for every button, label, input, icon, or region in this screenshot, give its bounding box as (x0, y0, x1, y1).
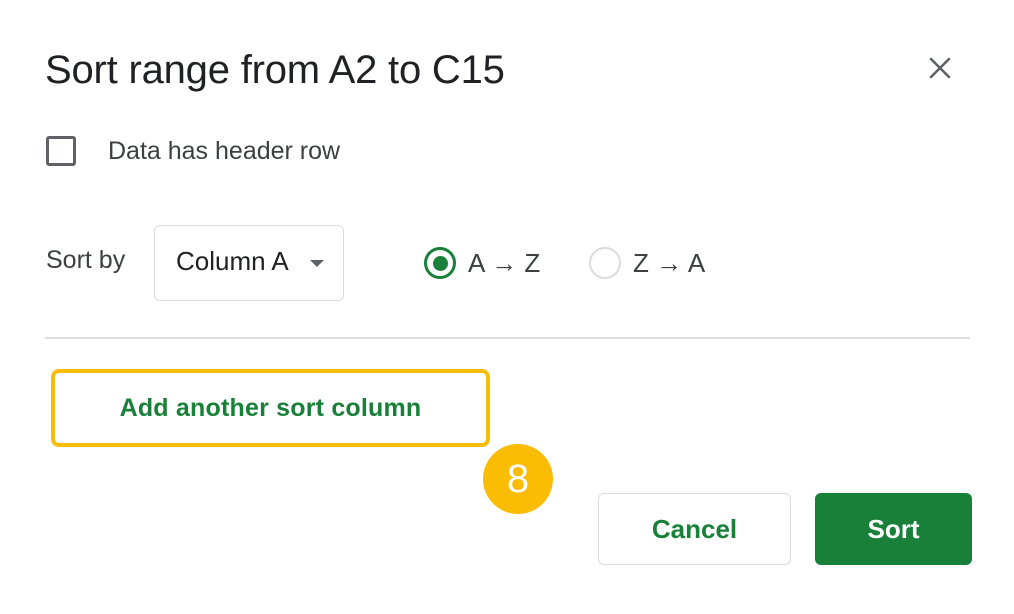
sort-column-select[interactable]: Column A (154, 225, 344, 301)
dialog-title: Sort range from A2 to C15 (45, 48, 505, 92)
sort-button[interactable]: Sort (815, 493, 972, 565)
radio-a-to-z[interactable] (424, 247, 456, 279)
sort-column-value: Column A (176, 246, 289, 276)
step-number-badge: 8 (483, 444, 553, 514)
radio-z-to-a[interactable] (589, 247, 621, 279)
radio-a-to-z-label: A → Z (468, 247, 541, 278)
header-row-checkbox[interactable] (46, 136, 76, 166)
radio-z-to-a-label: Z → A (633, 247, 706, 278)
sort-by-label: Sort by (46, 246, 126, 274)
divider (45, 337, 970, 339)
close-button[interactable] (922, 50, 958, 86)
caret-down-icon (310, 260, 324, 267)
close-icon (929, 57, 951, 79)
header-row-option[interactable]: Data has header row (46, 134, 340, 168)
cancel-button-label: Cancel (651, 513, 738, 544)
order-option-a-to-z[interactable]: A → Z (424, 245, 540, 281)
add-sort-column-button[interactable]: Add another sort column (51, 369, 490, 447)
add-sort-column-label: Add another sort column (119, 393, 422, 422)
header-row-label: Data has header row (108, 136, 341, 165)
order-option-z-to-a[interactable]: Z → A (589, 245, 705, 281)
sort-range-dialog: Sort range from A2 to C15 Data has heade… (0, 0, 1014, 614)
cancel-button[interactable]: Cancel (598, 493, 791, 565)
sort-button-label: Sort (867, 513, 920, 544)
